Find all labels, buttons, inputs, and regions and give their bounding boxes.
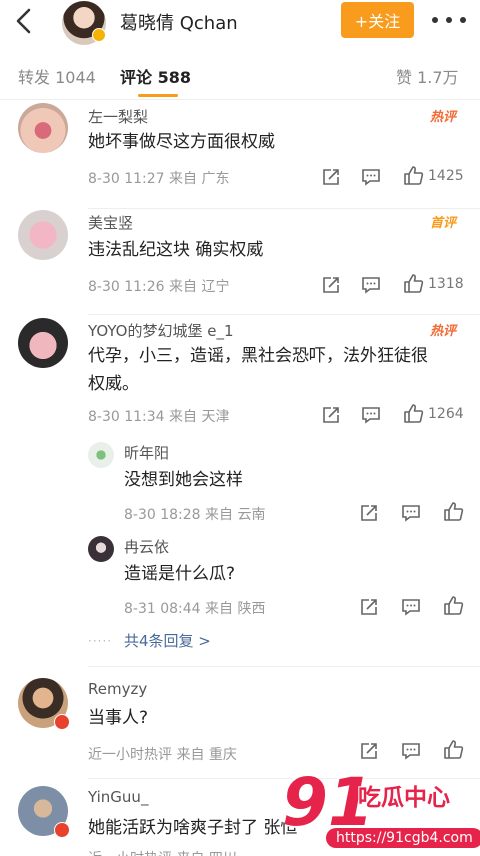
comment-username[interactable]: Remyzy	[88, 680, 147, 698]
reply-icon[interactable]	[400, 740, 422, 762]
comment-meta: 近一小时热评 来自 重庆	[88, 747, 237, 763]
watermark-title: 吃瓜中心	[358, 785, 450, 811]
comment-meta: 近一小时热评 来自 四川	[88, 848, 237, 856]
share-icon[interactable]	[358, 596, 380, 618]
reply-icon[interactable]	[360, 274, 382, 296]
comment-item: 左一梨梨 热评 她坏事做尽这方面很权威 8-30 11:27 来自 广东 142…	[0, 100, 480, 210]
chevron-left-icon	[16, 8, 31, 34]
comment-text-line: 代孕，小三，造谣，黑社会恐吓，法外狂徒很	[88, 346, 428, 366]
watermark-url: https://91cgb4.com	[326, 828, 480, 848]
verified-badge-icon	[92, 28, 106, 42]
comment-meta: 8-30 11:34 来自 天津	[88, 409, 230, 425]
reply-avatar[interactable]	[88, 536, 114, 562]
comment-item: YOYO的梦幻城堡 e_1 热评 代孕，小三，造谣，黑社会恐吓，法外狂徒很 权威…	[0, 316, 480, 667]
reply-username[interactable]: 昕年阳	[124, 442, 169, 463]
hot-comment-tag: 热评	[430, 324, 457, 339]
tab-repost[interactable]: 转发 1044	[18, 64, 96, 88]
comment-username[interactable]: 美宝竖	[88, 212, 133, 233]
top-bar: 葛晓倩 Qchan +关注	[0, 0, 480, 46]
active-tab-indicator	[138, 94, 178, 97]
like-icon[interactable]	[402, 272, 424, 294]
tab-comments[interactable]: 评论 588	[120, 64, 191, 88]
share-icon[interactable]	[320, 166, 342, 188]
comment-meta: 8-30 11:27 来自 广东	[88, 171, 230, 187]
reply-text: 没想到她会这样	[124, 470, 243, 490]
like-icon[interactable]	[402, 402, 424, 424]
avatar[interactable]	[18, 103, 68, 153]
reply-avatar[interactable]	[88, 442, 114, 468]
reply-meta: 8-30 18:28 来自 云南	[124, 507, 266, 523]
more-dots-icon[interactable]	[432, 8, 466, 32]
comment-text-line: 权威。	[88, 374, 139, 394]
reply-username[interactable]: 冉云依	[124, 536, 169, 557]
reply-icon[interactable]	[360, 404, 382, 426]
verified-badge-icon	[54, 714, 70, 730]
like-icon[interactable]	[442, 594, 464, 616]
like-count: 1318	[428, 276, 464, 292]
divider	[88, 666, 480, 667]
like-icon[interactable]	[402, 164, 424, 186]
tab-bar: 转发 1044 评论 588 赞 1.7万	[0, 46, 480, 100]
tab-likes[interactable]: 赞 1.7万	[396, 64, 459, 88]
like-icon[interactable]	[442, 738, 464, 760]
first-comment-tag: 首评	[430, 216, 457, 231]
reply-icon[interactable]	[400, 502, 422, 524]
profile-name[interactable]: 葛晓倩 Qchan	[120, 9, 238, 35]
verified-badge-icon	[54, 822, 70, 838]
share-icon[interactable]	[358, 502, 380, 524]
comment-page: 葛晓倩 Qchan +关注 转发 1044 评论 588 赞 1.7万 左一梨梨…	[0, 0, 480, 856]
like-count: 1425	[428, 168, 464, 184]
comment-meta: 8-30 11:26 来自 辽宁	[88, 279, 230, 295]
comment-text: 违法乱纪这块 确实权威	[88, 240, 264, 260]
back-button[interactable]	[10, 6, 40, 36]
comment-username[interactable]: YOYO的梦幻城堡 e_1	[88, 320, 234, 341]
comment-username[interactable]: 左一梨梨	[88, 106, 148, 127]
comment-item: Remyzy 当事人? 近一小时热评 来自 重庆	[0, 674, 480, 779]
share-icon[interactable]	[320, 404, 342, 426]
avatar[interactable]	[18, 210, 68, 260]
divider	[88, 314, 480, 315]
follow-button[interactable]: +关注	[341, 2, 414, 38]
share-icon[interactable]	[320, 274, 342, 296]
comment-username[interactable]: YinGuu_	[88, 788, 148, 806]
avatar[interactable]	[18, 318, 68, 368]
reply-text: 造谣是什么瓜?	[124, 564, 236, 584]
comment-text: 她坏事做尽这方面很权威	[88, 132, 275, 152]
like-icon[interactable]	[442, 500, 464, 522]
reply-icon[interactable]	[360, 166, 382, 188]
hot-comment-tag: 热评	[430, 110, 457, 125]
share-icon[interactable]	[358, 740, 380, 762]
thread-dots-icon: ·····	[88, 634, 113, 648]
reply-meta: 8-31 08:44 来自 陕西	[124, 601, 266, 617]
comment-text: 她能活跃为啥爽子封了 张恒	[88, 818, 298, 838]
view-more-replies-link[interactable]: 共4条回复 >	[124, 630, 211, 651]
comment-text: 当事人?	[88, 708, 149, 728]
comment-item: 美宝竖 首评 违法乱纪这块 确实权威 8-30 11:26 来自 辽宁 1318	[0, 208, 480, 316]
reply-icon[interactable]	[400, 596, 422, 618]
like-count: 1264	[428, 406, 464, 422]
